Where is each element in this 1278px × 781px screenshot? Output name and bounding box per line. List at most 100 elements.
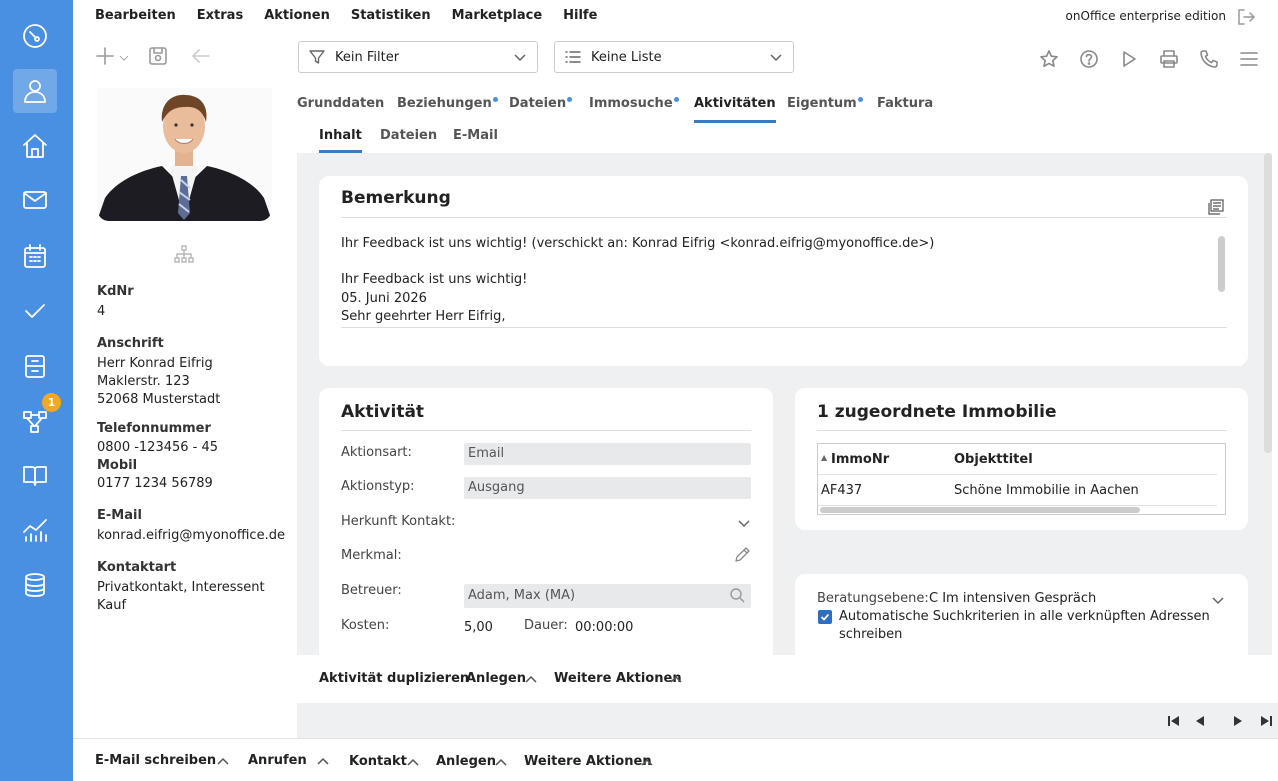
divider [341, 430, 751, 431]
call-button[interactable]: Anrufen [248, 753, 307, 768]
duplicate-activity-button[interactable]: Aktivität duplizieren [319, 671, 469, 686]
org-chart-icon[interactable] [174, 245, 194, 267]
contacts-icon[interactable] [13, 69, 57, 113]
phone-icon[interactable] [1199, 49, 1219, 73]
play-icon[interactable] [1119, 49, 1139, 73]
menu-hilfe[interactable]: Hilfe [563, 8, 597, 23]
more-actions-button[interactable]: Weitere Aktionen [524, 754, 652, 769]
list-select[interactable]: Keine Liste [554, 41, 794, 73]
tasks-check-icon[interactable] [13, 289, 57, 333]
tab-immosuche[interactable]: Immosuche [589, 96, 679, 111]
address-label: Anschrift [97, 336, 164, 351]
menu-marketplace[interactable]: Marketplace [452, 8, 543, 23]
tab-faktura[interactable]: Faktura [877, 96, 933, 111]
indicator-dot [857, 97, 863, 102]
aktionsart-field[interactable]: Email [464, 443, 751, 465]
sort-ascending-icon[interactable]: ▲ [821, 453, 827, 462]
hamburger-menu-icon[interactable] [1239, 49, 1259, 73]
phone-value[interactable]: 0800 -123456 - 45 [97, 439, 218, 457]
next-page-icon[interactable] [1231, 714, 1245, 732]
filter-select[interactable]: Kein Filter [298, 41, 538, 73]
advice-card: Beratungsebene: C Im intensiven Gespräch… [795, 574, 1248, 655]
horizontal-scrollbar[interactable] [820, 507, 1140, 513]
tab-eigentum[interactable]: Eigentum [787, 96, 863, 111]
kdnr-value: 4 [97, 304, 106, 319]
first-page-icon[interactable] [1167, 714, 1181, 732]
filter-select-label: Kein Filter [335, 49, 400, 65]
aktionstyp-field[interactable]: Ausgang [464, 477, 751, 499]
logout-icon[interactable] [1236, 7, 1256, 31]
divider [341, 217, 1227, 218]
chevron-up-icon[interactable] [640, 756, 654, 774]
email-value[interactable]: konrad.eifrig@myonoffice.de [97, 527, 285, 545]
mail-icon[interactable] [13, 178, 57, 222]
subtab-dateien[interactable]: Dateien [380, 128, 437, 143]
write-email-button[interactable]: E-Mail schreiben [95, 753, 216, 768]
statistics-icon[interactable] [13, 508, 57, 552]
workflow-icon[interactable]: 1 [13, 393, 61, 443]
subtab-inhalt[interactable]: Inhalt [319, 128, 362, 153]
notes-icon[interactable] [1207, 198, 1225, 220]
create-button[interactable]: Anlegen [436, 754, 496, 769]
cell-immonr: AF437 [821, 483, 863, 498]
archive-icon[interactable] [13, 344, 57, 388]
print-icon[interactable] [1159, 49, 1179, 73]
edition-label: onOffice enterprise edition [1065, 9, 1226, 23]
chevron-up-icon[interactable] [669, 673, 683, 691]
content-scrollbar[interactable] [1264, 153, 1272, 453]
create-button[interactable]: Anlegen [466, 671, 526, 686]
more-actions-button[interactable]: Weitere Aktionen [554, 671, 682, 686]
indicator-dot [673, 97, 679, 102]
tab-aktivitaeten[interactable]: Aktivitäten [694, 96, 776, 123]
chevron-up-icon[interactable] [406, 756, 420, 774]
contact-button[interactable]: Kontakt [349, 754, 407, 769]
search-icon[interactable] [729, 587, 746, 608]
column-header-immonr[interactable]: ImmoNr [831, 452, 889, 467]
chevron-down-icon[interactable] [737, 516, 751, 534]
chevron-down-icon[interactable] [118, 52, 130, 68]
betreuer-field[interactable]: Adam, Max (MA) [464, 584, 751, 608]
chevron-up-icon[interactable] [316, 755, 330, 773]
kosten-value[interactable]: 5,00 [464, 620, 493, 635]
dashboard-icon[interactable] [13, 14, 57, 58]
last-page-icon[interactable] [1259, 714, 1273, 732]
menu-extras[interactable]: Extras [197, 8, 243, 23]
activity-card: Aktivität Aktionsart: Email Aktionstyp: … [319, 388, 773, 655]
properties-card: 1 zugeordnete Immobilie ▲ ImmoNr Objektt… [795, 388, 1248, 530]
book-icon[interactable] [13, 453, 57, 497]
database-icon[interactable] [13, 563, 57, 607]
star-icon[interactable] [1039, 49, 1059, 73]
divider [818, 505, 1217, 506]
home-icon[interactable] [13, 124, 57, 168]
add-icon[interactable] [94, 45, 116, 71]
menu-statistiken[interactable]: Statistiken [351, 8, 431, 23]
menu-bearbeiten[interactable]: Bearbeiten [95, 8, 176, 23]
phone-label: Telefonnummer [97, 421, 211, 436]
indicator-dot [492, 97, 498, 102]
menu-aktionen[interactable]: Aktionen [264, 8, 330, 23]
remark-scrollbar[interactable] [1218, 236, 1225, 292]
contact-type-line-2: Kauf [97, 598, 127, 613]
back-arrow-icon[interactable] [190, 45, 212, 71]
chevron-up-icon[interactable] [524, 673, 538, 691]
save-icon[interactable] [147, 45, 169, 71]
dauer-value[interactable]: 00:00:00 [575, 620, 633, 635]
beratungsebene-value[interactable]: C Im intensiven Gespräch [929, 591, 1096, 606]
help-icon[interactable] [1079, 49, 1099, 73]
pencil-edit-icon[interactable] [734, 546, 751, 567]
auto-search-checkbox[interactable] [818, 610, 832, 624]
chevron-up-icon[interactable] [494, 756, 508, 774]
column-header-objekttitel[interactable]: Objekttitel [954, 452, 1033, 467]
email-label: E-Mail [97, 508, 142, 523]
calendar-icon[interactable] [13, 234, 57, 278]
tab-grunddaten[interactable]: Grunddaten [297, 96, 384, 111]
tab-dateien[interactable]: Dateien [509, 96, 573, 111]
cell-objekttitel: Schöne Immobilie in Aachen [954, 483, 1139, 498]
tab-beziehungen[interactable]: Beziehungen [397, 96, 498, 111]
chevron-up-icon[interactable] [216, 755, 230, 773]
betreuer-label: Betreuer: [341, 583, 402, 598]
mobile-value[interactable]: 0177 1234 56789 [97, 475, 213, 493]
chevron-down-icon[interactable] [1211, 593, 1225, 611]
previous-page-icon[interactable] [1193, 714, 1207, 732]
subtab-email[interactable]: E-Mail [453, 128, 498, 143]
